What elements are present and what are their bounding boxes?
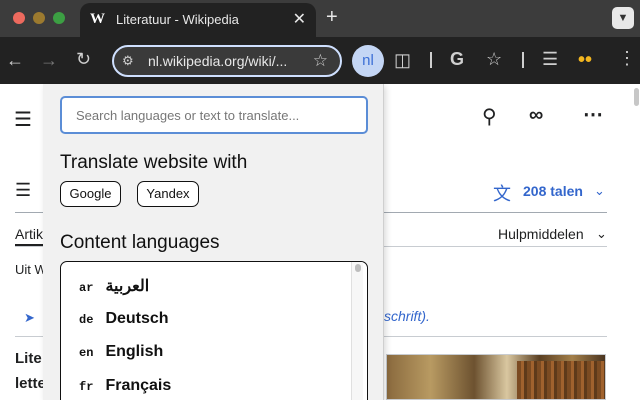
list-item[interactable]: fr Français <box>79 377 171 399</box>
chevron-down-icon: ▼ <box>617 12 629 24</box>
url-text: nl.wikipedia.org/wiki/... <box>148 53 288 69</box>
from-wikipedia-tagline: Uit W <box>15 262 47 277</box>
list-item[interactable]: en English <box>79 343 163 365</box>
hatnote-link[interactable]: schrift). <box>384 308 430 324</box>
media-queue-icon[interactable]: ☰ <box>542 49 558 70</box>
article-text-line: lette <box>15 375 46 392</box>
hatnote-arrow-icon: ➤ <box>24 310 35 325</box>
yandex-translate-button[interactable]: Yandex <box>137 181 199 207</box>
tab-search-button[interactable]: ▼ <box>612 7 634 29</box>
search-icon[interactable]: ⚲ <box>482 104 497 129</box>
yellow-extension-icon[interactable]: •• <box>578 49 592 72</box>
language-name: العربية <box>105 278 150 295</box>
more-options-icon[interactable]: ⋯ <box>583 102 603 127</box>
extensions-puzzle-icon[interactable]: ◫ <box>394 50 411 71</box>
language-list-scrollbar[interactable] <box>351 262 363 400</box>
language-name: Français <box>105 377 172 394</box>
reload-icon[interactable]: ↻ <box>76 49 91 70</box>
site-info-icon[interactable]: ⚙ <box>122 53 134 69</box>
appearance-glasses-icon[interactable]: ∞ <box>529 104 543 127</box>
hamburger-menu-icon[interactable]: ☰ <box>14 107 32 132</box>
language-code: de <box>79 313 94 327</box>
address-bar[interactable]: ⚙ nl.wikipedia.org/wiki/... ☆ <box>112 45 342 77</box>
page-scrollbar[interactable] <box>634 88 639 106</box>
google-translate-button[interactable]: Google <box>60 181 121 207</box>
chevron-down-icon[interactable]: ⌄ <box>594 183 605 199</box>
forward-arrow-icon[interactable]: → <box>40 50 58 71</box>
close-window-button[interactable] <box>13 12 25 24</box>
minimize-window-button[interactable] <box>33 12 45 24</box>
tools-menu-button[interactable]: Hulpmiddelen <box>498 226 584 242</box>
wikipedia-favicon-icon: W <box>90 11 105 27</box>
browser-tab[interactable]: W Literatuur - Wikipedia ✕ <box>80 3 316 37</box>
list-item[interactable]: de Deutsch <box>79 310 169 332</box>
translate-popup: Translate website with Google Yandex Con… <box>43 84 384 400</box>
table-of-contents-icon[interactable]: ☰ <box>15 180 31 201</box>
maximize-window-button[interactable] <box>53 12 65 24</box>
toolbar-divider <box>522 52 524 68</box>
language-name: English <box>105 343 164 360</box>
title-bar: W Literatuur - Wikipedia ✕ + ▼ <box>0 0 640 37</box>
google-icon[interactable]: G <box>450 49 464 70</box>
language-list: ar العربية de Deutsch en English fr Fran… <box>60 261 368 400</box>
back-arrow-icon[interactable]: ← <box>6 50 24 71</box>
article-text-line: Lite <box>15 350 42 367</box>
chevron-down-icon[interactable]: ⌄ <box>596 226 607 242</box>
language-name: Deutsch <box>105 310 169 327</box>
browser-menu-icon[interactable]: ⋮ <box>618 48 636 69</box>
bookmark-star-icon[interactable]: ☆ <box>313 51 328 71</box>
language-code: ar <box>79 281 94 295</box>
tab-title: Literatuur - Wikipedia <box>116 12 239 27</box>
list-item[interactable]: ar العربية <box>79 276 149 298</box>
toolbar-divider <box>430 52 432 68</box>
tab-close-icon[interactable]: ✕ <box>293 9 306 29</box>
library-photo[interactable] <box>386 354 606 400</box>
browser-toolbar: ← → ↻ ⚙ nl.wikipedia.org/wiki/... ☆ ◫ G … <box>0 37 640 84</box>
scrollbar-thumb[interactable] <box>355 264 361 272</box>
tab-article[interactable]: Artik <box>15 226 43 242</box>
new-tab-button[interactable]: + <box>326 6 338 29</box>
language-search-input[interactable] <box>60 96 368 134</box>
translate-heading: Translate website with <box>60 152 248 173</box>
star-extension-icon[interactable]: ☆ <box>486 49 502 70</box>
language-icon[interactable]: 文 <box>493 180 511 206</box>
content-languages-heading: Content languages <box>60 232 220 253</box>
language-code: fr <box>79 380 94 394</box>
translate-extension-button[interactable]: nl <box>352 45 384 77</box>
language-count-button[interactable]: 208 talen <box>523 183 583 199</box>
language-code: en <box>79 346 94 360</box>
